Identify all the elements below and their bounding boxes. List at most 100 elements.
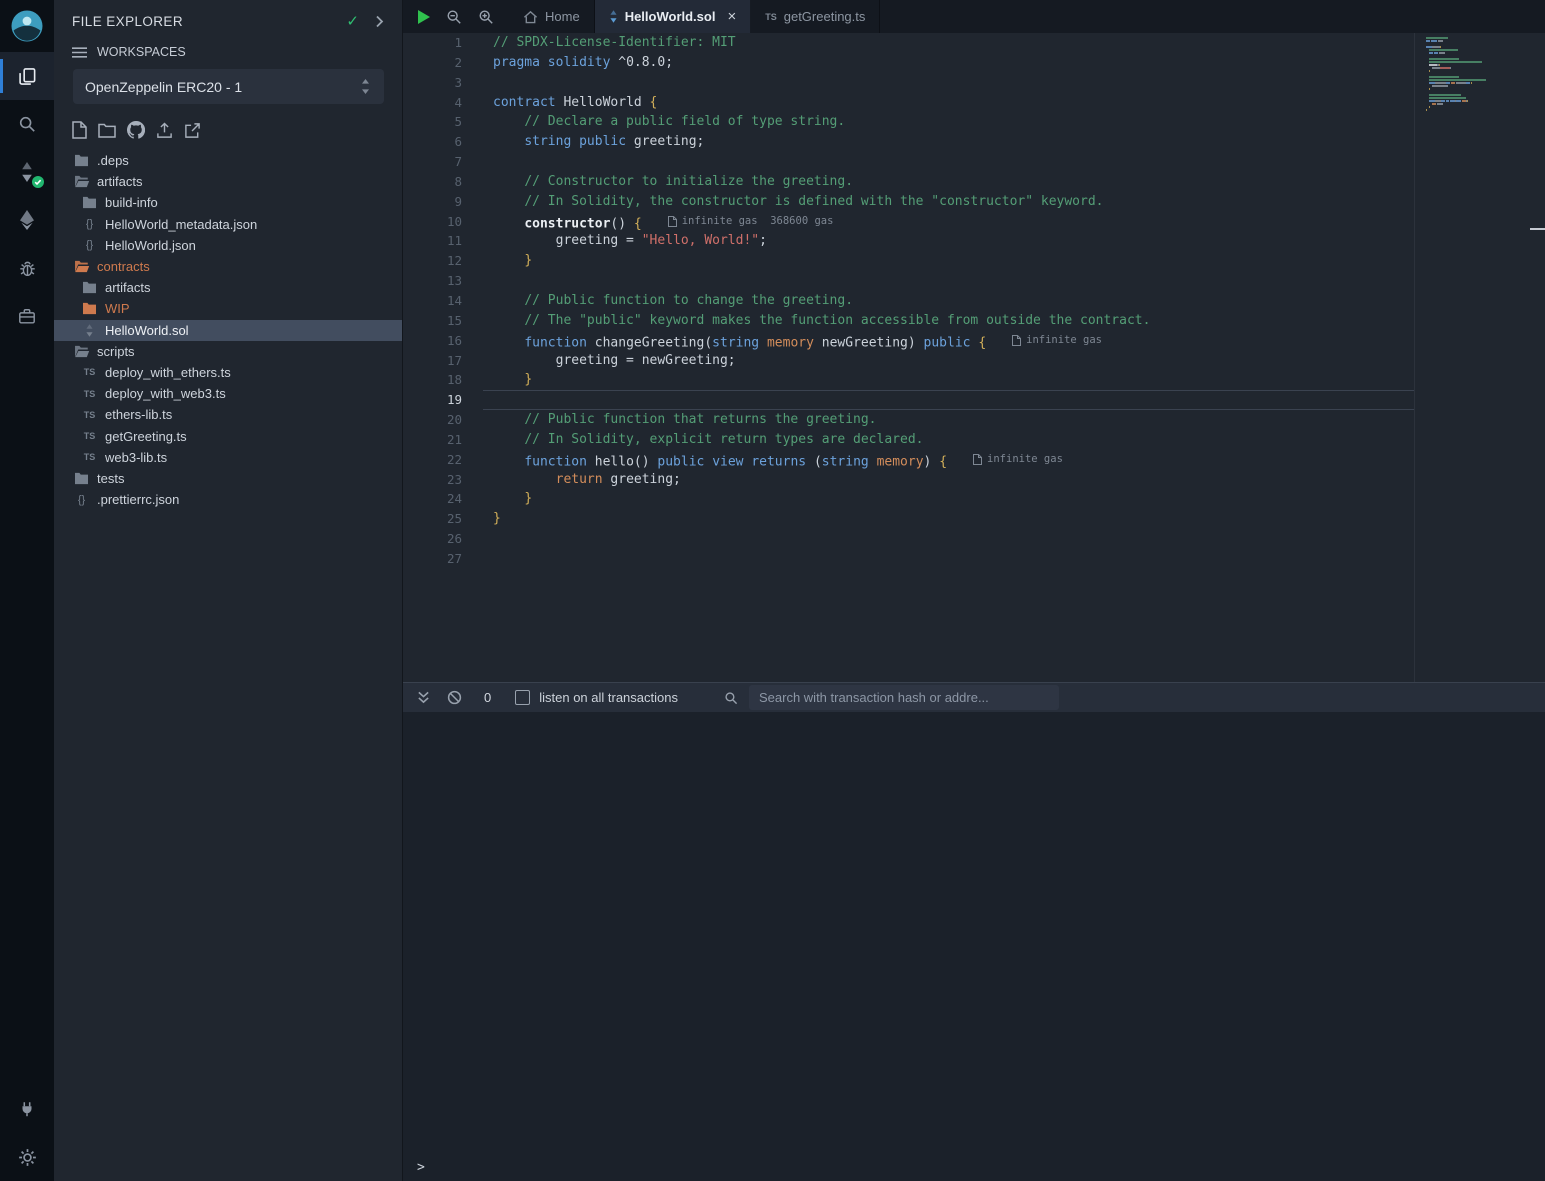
tree-item-HelloWorld.sol[interactable]: HelloWorld.sol (54, 320, 402, 341)
workspaces-row: WORKSPACES (54, 36, 402, 65)
code-line-7: 7 (403, 152, 1414, 172)
file-explorer-icon[interactable] (0, 52, 54, 100)
remix-logo[interactable] (0, 0, 54, 52)
listen-transactions-label: listen on all transactions (539, 690, 678, 705)
line-number: 2 (403, 53, 462, 73)
tree-item-deploy_with_ethers.ts[interactable]: TS deploy_with_ethers.ts (54, 362, 402, 383)
code-line-2: 2pragma solidity ^0.8.0; (403, 53, 1414, 73)
line-number: 5 (403, 112, 462, 132)
run-script-icon[interactable] (418, 10, 430, 24)
editor-terminal-area: HomeHelloWorld.sol×TSgetGreeting.ts 1// … (403, 0, 1545, 1181)
new-file-icon[interactable] (72, 121, 87, 139)
line-number: 4 (403, 93, 462, 113)
tree-item-label: contracts (97, 259, 150, 274)
editor-content-edge (1414, 33, 1415, 682)
code-line-4: 4contract HelloWorld { (403, 93, 1414, 113)
terminal-search-icon (724, 691, 738, 705)
tab-Home[interactable]: Home (509, 0, 595, 33)
tree-item-label: ethers-lib.ts (105, 407, 172, 422)
code-line-17: 17 greeting = newGreeting; (403, 351, 1414, 371)
line-number: 7 (403, 152, 462, 172)
tree-item-contracts[interactable]: contracts (54, 256, 402, 277)
zoom-out-icon[interactable] (446, 9, 462, 25)
tab-getGreeting.ts[interactable]: TSgetGreeting.ts (751, 0, 880, 33)
listen-transactions-checkbox[interactable] (515, 690, 530, 705)
tree-item-getGreeting.ts[interactable]: TSgetGreeting.ts (54, 425, 402, 446)
menu-hamburger-icon[interactable] (72, 47, 87, 58)
settings-gear-icon[interactable] (0, 1133, 54, 1181)
line-number: 13 (403, 271, 462, 291)
line-number: 12 (403, 251, 462, 271)
ts-icon: TS (81, 410, 98, 420)
tree-item-deploy_with_web3.ts[interactable]: TSdeploy_with_web3.ts (54, 383, 402, 404)
ts-icon: TS (81, 431, 98, 441)
tree-item-label: tests (97, 471, 124, 486)
line-number: 9 (403, 192, 462, 212)
ts-icon: TS (765, 12, 777, 22)
debugger-bug-icon[interactable] (0, 244, 54, 292)
plug-icon[interactable] (0, 1085, 54, 1133)
tree-item-label: HelloWorld.sol (105, 323, 189, 338)
tree-item-web3-lib.ts[interactable]: TSweb3-lib.ts (54, 447, 402, 468)
code-line-10: 10 constructor() {infinite gas 368600 ga… (403, 212, 1414, 232)
tree-item-HelloWorld_metadata.json[interactable]: {}HelloWorld_metadata.json (54, 214, 402, 235)
terminal[interactable]: > (403, 712, 1545, 1181)
activity-bar (0, 0, 54, 1181)
line-number: 16 (403, 331, 462, 351)
close-icon[interactable]: × (727, 9, 736, 24)
gas-estimate-widget: infinite gas 368600 gas (668, 212, 834, 232)
code-line-14: 14 // Public function to change the gree… (403, 291, 1414, 311)
code-line-21: 21 // In Solidity, explicit return types… (403, 430, 1414, 450)
import-icon[interactable] (184, 122, 201, 139)
deploy-run-icon[interactable] (0, 196, 54, 244)
clear-console-icon[interactable] (447, 690, 462, 705)
tree-item-WIP[interactable]: WIP (54, 298, 402, 319)
tab-HelloWorld.sol[interactable]: HelloWorld.sol× (595, 0, 752, 33)
json-icon: {} (81, 218, 98, 230)
new-folder-icon[interactable] (98, 123, 116, 138)
line-number: 23 (403, 470, 462, 490)
code-line-22: 22 function hello() public view returns … (403, 450, 1414, 470)
minimap[interactable] (1426, 37, 1508, 118)
workspace-select[interactable]: OpenZeppelin ERC20 - 1 (73, 69, 384, 104)
search-icon[interactable] (0, 100, 54, 148)
line-number: 22 (403, 450, 462, 470)
expand-terminal-icon[interactable] (417, 691, 430, 704)
folder-icon (81, 302, 98, 315)
remix-ide-window: FILE EXPLORER ✓ WORKSPACES OpenZeppelin … (0, 0, 1545, 1181)
tree-item-HelloWorld.json[interactable]: {}HelloWorld.json (54, 235, 402, 256)
code-line-12: 12 } (403, 251, 1414, 271)
line-number: 11 (403, 231, 462, 251)
toolbox-icon[interactable] (0, 292, 54, 340)
tree-item-tests[interactable]: tests (54, 468, 402, 489)
tree-item-.deps[interactable]: .deps (54, 150, 402, 171)
tree-item-scripts[interactable]: scripts (54, 341, 402, 362)
file-tree: .depsartifactsbuild-info{}HelloWorld_met… (54, 144, 402, 510)
tree-item-.prettierrc.json[interactable]: {}.prettierrc.json (54, 489, 402, 510)
zoom-in-icon[interactable] (478, 9, 494, 25)
terminal-search-input[interactable] (749, 685, 1059, 710)
tree-item-artifacts[interactable]: artifacts (54, 171, 402, 192)
tree-item-build-info[interactable]: build-info (54, 192, 402, 213)
code-editor[interactable]: 1// SPDX-License-Identifier: MIT2pragma … (403, 33, 1545, 682)
code-line-8: 8 // Constructor to initialize the greet… (403, 172, 1414, 192)
tree-item-label: .deps (97, 153, 129, 168)
tree-item-label: deploy_with_web3.ts (105, 386, 226, 401)
terminal-prompt: > (417, 1160, 425, 1175)
workspaces-label: WORKSPACES (97, 45, 186, 59)
code-line-20: 20 // Public function that returns the g… (403, 410, 1414, 430)
github-icon[interactable] (127, 121, 145, 139)
code-line-5: 5 // Declare a public field of type stri… (403, 112, 1414, 132)
ts-icon: TS (81, 452, 98, 462)
transaction-count: 0 (484, 690, 491, 705)
tree-item-label: deploy_with_ethers.ts (105, 365, 231, 380)
tree-item-ethers-lib.ts[interactable]: TS ethers-lib.ts (54, 404, 402, 425)
upload-icon[interactable] (156, 122, 173, 139)
code-line-26: 26 (403, 529, 1414, 549)
check-icon: ✓ (346, 12, 359, 30)
ts-icon: TS (81, 367, 98, 377)
tree-item-artifacts[interactable]: artifacts (54, 277, 402, 298)
solidity-compiler-icon[interactable] (0, 148, 54, 196)
chevron-right-icon[interactable] (375, 15, 384, 28)
panel-title: FILE EXPLORER (72, 14, 346, 29)
